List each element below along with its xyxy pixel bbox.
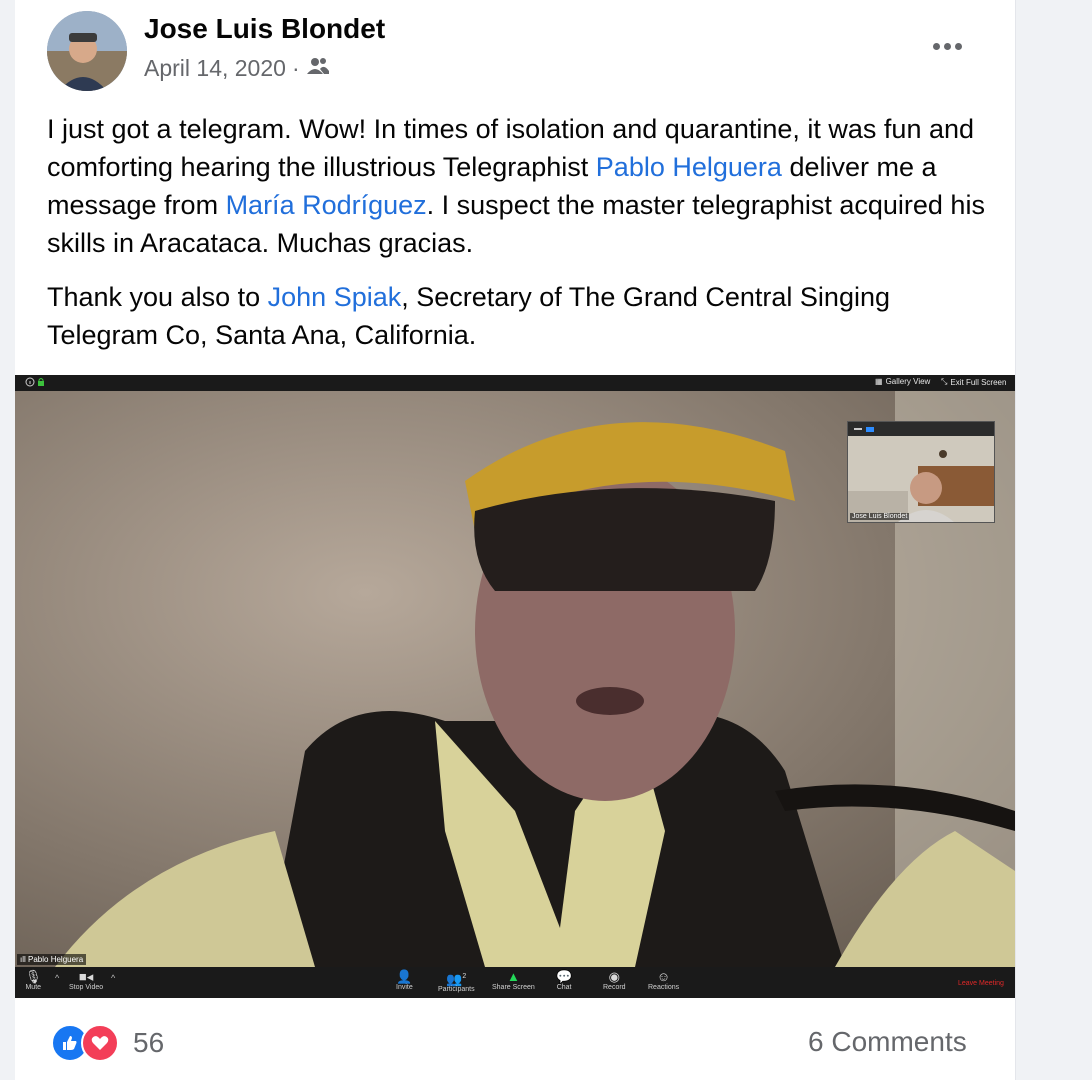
exit-full-screen-label: Exit Full Screen: [950, 377, 1007, 387]
participants-label: Participants: [438, 986, 475, 994]
self-view-image: [848, 436, 994, 522]
grid-icon: ▦: [875, 377, 883, 386]
self-view-header: [848, 422, 994, 436]
chat-button[interactable]: 💬 Chat: [556, 969, 572, 991]
reactions-button[interactable]: ☺ Reactions: [648, 969, 679, 991]
expand-icon[interactable]: [866, 426, 874, 432]
share-screen-button[interactable]: ▲ Share Screen: [492, 969, 535, 991]
stop-video-label: Stop Video: [69, 984, 104, 991]
meta-separator: ·: [291, 55, 300, 81]
post-meta: April 14, 2020 ·: [144, 55, 330, 82]
post-paragraph-1: I just got a telegram. Wow! In times of …: [47, 110, 997, 262]
participants-icon: 👥2: [446, 971, 467, 987]
share-screen-label: Share Screen: [492, 984, 535, 991]
participants-count: 2: [462, 973, 467, 980]
reactions-summary[interactable]: 56: [51, 1024, 164, 1062]
microphone-icon: 🎙: [25, 969, 42, 984]
minimize-icon[interactable]: [854, 428, 862, 430]
main-participant-name: Pablo Helguera: [28, 955, 84, 964]
author-name[interactable]: Jose Luis Blondet: [144, 13, 385, 45]
mute-options-chevron-icon[interactable]: ^: [55, 973, 59, 983]
chat-icon: 💬: [556, 969, 573, 984]
text-segment: Thank you also to: [47, 282, 268, 312]
mute-button[interactable]: 🎙 Mute: [25, 969, 42, 991]
mention-maria-rodriguez[interactable]: María Rodríguez: [226, 190, 427, 220]
info-icon: [25, 377, 44, 387]
lock-icon: [38, 378, 44, 386]
post-date[interactable]: April 14, 2020: [144, 55, 286, 82]
add-person-icon: 👤: [396, 969, 413, 984]
video-camera-icon: ■◂: [78, 969, 94, 984]
mute-label: Mute: [25, 984, 42, 991]
signal-icon: ıll: [20, 955, 26, 964]
main-video-frame: ıll Pablo Helguera Jose Luis Blondet: [15, 391, 1015, 967]
friends-icon[interactable]: [306, 55, 330, 82]
exit-fullscreen-icon: ⤡: [941, 377, 948, 386]
record-label: Record: [603, 984, 626, 991]
video-options-chevron-icon[interactable]: ^: [111, 973, 115, 983]
self-view-thumbnail[interactable]: Jose Luis Blondet: [847, 421, 995, 523]
invite-label: Invite: [396, 984, 413, 991]
record-button[interactable]: ◉ Record: [603, 969, 626, 991]
share-screen-icon: ▲: [506, 969, 520, 984]
post-paragraph-2: Thank you also to John Spiak, Secretary …: [47, 278, 997, 354]
gallery-view-button[interactable]: ▦ Gallery View: [875, 377, 930, 386]
chat-label: Chat: [556, 984, 572, 991]
smiley-icon: ☺: [656, 969, 671, 984]
comments-link[interactable]: 6 Comments: [808, 1026, 967, 1058]
reactions-label: Reactions: [648, 984, 680, 991]
participants-button[interactable]: 👥2 Participants: [438, 969, 475, 993]
post-text: I just got a telegram. Wow! In times of …: [47, 110, 997, 370]
post-video-screenshot[interactable]: ▦ Gallery View ⤡ Exit Full Screen ıll Pa…: [15, 375, 1015, 998]
gallery-view-label: Gallery View: [885, 377, 931, 386]
avatar-photo: [47, 11, 127, 91]
right-rail: [1015, 0, 1092, 1080]
self-view-name: Jose Luis Blondet: [850, 513, 910, 520]
more-horizontal-icon[interactable]: [929, 34, 965, 58]
mention-pablo-helguera[interactable]: Pablo Helguera: [596, 152, 782, 182]
stop-video-button[interactable]: ■◂ Stop Video: [69, 969, 103, 991]
zoom-toolbar: 🎙 Mute ^ ■◂ Stop Video ^ 👤 Invite 👥2 Par…: [15, 967, 1015, 998]
reaction-count: 56: [133, 1027, 165, 1058]
exit-full-screen-button[interactable]: ⤡ Exit Full Screen: [941, 377, 1006, 387]
leave-meeting-button[interactable]: Leave Meeting: [958, 980, 1004, 987]
record-icon: ◉: [608, 969, 620, 984]
zoom-top-bar: ▦ Gallery View ⤡ Exit Full Screen: [15, 375, 1015, 391]
love-icon: [81, 1024, 119, 1062]
invite-button[interactable]: 👤 Invite: [396, 969, 413, 991]
self-view-video: Jose Luis Blondet: [848, 436, 994, 522]
mention-john-spiak[interactable]: John Spiak: [268, 282, 402, 312]
author-avatar[interactable]: [47, 11, 127, 91]
post-card: Jose Luis Blondet April 14, 2020 · I jus…: [15, 0, 1015, 1080]
main-participant-tag: ıll Pablo Helguera: [17, 954, 87, 965]
